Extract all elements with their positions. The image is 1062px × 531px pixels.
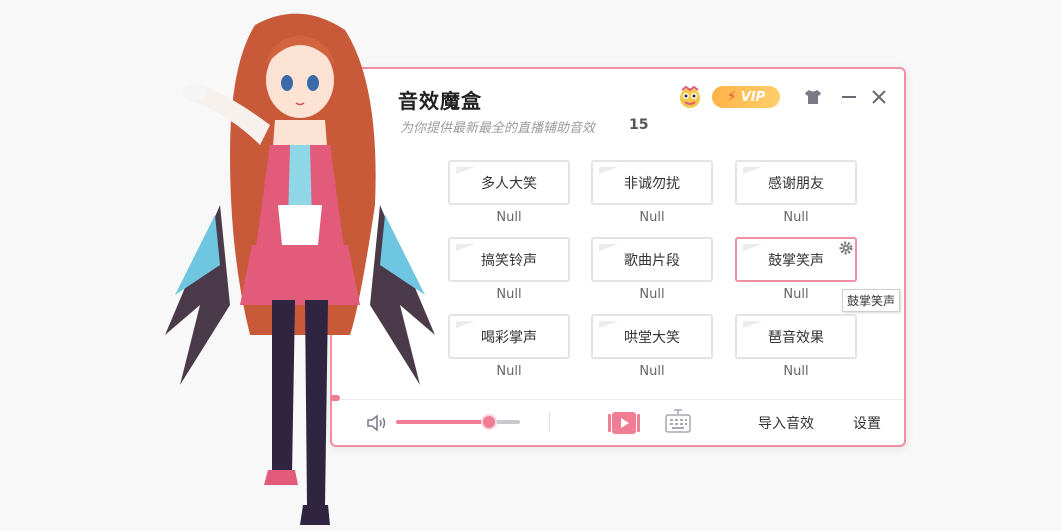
volume-thumb[interactable] bbox=[481, 414, 497, 430]
sound-hotkey: Null bbox=[639, 287, 665, 302]
sound-cell: 非诚勿扰 Null bbox=[591, 160, 713, 225]
close-icon[interactable] bbox=[868, 86, 890, 108]
play-video-icon[interactable] bbox=[608, 410, 640, 436]
sound-button[interactable]: 非诚勿扰 bbox=[591, 160, 713, 205]
sound-hotkey: Null bbox=[783, 364, 809, 379]
sound-button[interactable]: 喝彩掌声 bbox=[448, 314, 570, 359]
keyboard-icon[interactable] bbox=[664, 408, 692, 436]
sound-label: 非诚勿扰 bbox=[624, 175, 680, 192]
sound-button[interactable]: 多人大笑 bbox=[448, 160, 570, 205]
sound-hotkey: Null bbox=[496, 287, 522, 302]
vip-badge[interactable]: ⚡ VIP bbox=[712, 86, 780, 108]
anime-character-illustration bbox=[165, 13, 435, 525]
minimize-icon[interactable] bbox=[838, 86, 860, 108]
sound-cell: 多人大笑 Null bbox=[448, 160, 570, 225]
sound-count: 15 bbox=[629, 117, 649, 133]
sound-cell: 鼓掌笑声 Null bbox=[735, 237, 857, 302]
sound-cell: 哄堂大笑 Null bbox=[591, 314, 713, 379]
import-sound-button[interactable]: 导入音效 bbox=[758, 413, 814, 433]
sound-hotkey: Null bbox=[783, 287, 809, 302]
sound-button[interactable]: 琶音效果 bbox=[735, 314, 857, 359]
sound-hotkey: Null bbox=[496, 210, 522, 225]
sound-label: 感谢朋友 bbox=[768, 175, 824, 192]
sound-cell: 歌曲片段 Null bbox=[591, 237, 713, 302]
vip-label: VIP bbox=[740, 89, 766, 105]
skin-icon[interactable] bbox=[802, 86, 824, 108]
sound-button[interactable]: 感谢朋友 bbox=[735, 160, 857, 205]
mascot-icon[interactable] bbox=[676, 83, 704, 111]
sound-label: 搞笑铃声 bbox=[481, 252, 537, 269]
gear-icon[interactable] bbox=[839, 241, 853, 255]
sound-label: 哄堂大笑 bbox=[624, 329, 680, 346]
tooltip: 鼓掌笑声 bbox=[842, 289, 901, 312]
lightning-icon: ⚡ bbox=[726, 89, 737, 105]
sound-label: 喝彩掌声 bbox=[481, 329, 537, 346]
side-indicator bbox=[330, 395, 340, 401]
sound-hotkey: Null bbox=[639, 364, 665, 379]
settings-button[interactable]: 设置 bbox=[853, 413, 881, 433]
sound-cell: 喝彩掌声 Null bbox=[448, 314, 570, 379]
sound-cell: 琶音效果 Null bbox=[735, 314, 857, 379]
sound-button[interactable]: 哄堂大笑 bbox=[591, 314, 713, 359]
sound-hotkey: Null bbox=[496, 364, 522, 379]
sound-hotkey: Null bbox=[783, 210, 809, 225]
sound-label: 多人大笑 bbox=[481, 175, 537, 192]
sound-button[interactable]: 歌曲片段 bbox=[591, 237, 713, 282]
sound-cell: 感谢朋友 Null bbox=[735, 160, 857, 225]
sound-hotkey: Null bbox=[639, 210, 665, 225]
sound-label: 琶音效果 bbox=[768, 329, 824, 346]
sound-button[interactable]: 鼓掌笑声 bbox=[735, 237, 857, 282]
sound-label: 歌曲片段 bbox=[624, 252, 680, 269]
vertical-divider bbox=[549, 412, 550, 432]
sound-button[interactable]: 搞笑铃声 bbox=[448, 237, 570, 282]
title-bar-controls: ⚡ VIP bbox=[676, 83, 890, 111]
sound-cell: 搞笑铃声 Null bbox=[448, 237, 570, 302]
sound-label: 鼓掌笑声 bbox=[768, 252, 824, 269]
